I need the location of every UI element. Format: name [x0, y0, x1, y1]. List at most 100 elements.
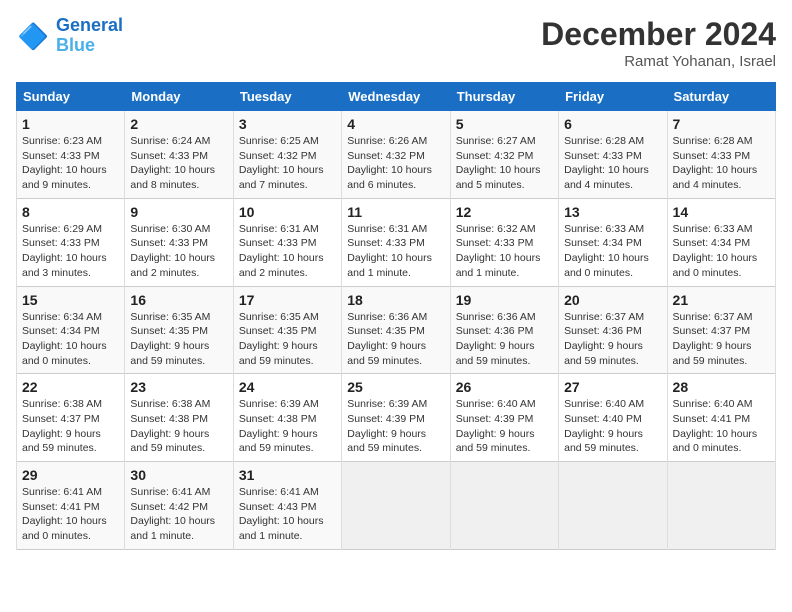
day-info: Sunrise: 6:24 AM Sunset: 4:33 PM Dayligh… — [130, 134, 227, 193]
day-number: 18 — [347, 292, 444, 308]
col-sunday: Sunday — [17, 83, 125, 111]
day-info: Sunrise: 6:35 AM Sunset: 4:35 PM Dayligh… — [239, 310, 336, 369]
calendar-cell: 15 Sunrise: 6:34 AM Sunset: 4:34 PM Dayl… — [17, 286, 125, 374]
calendar-cell: 30 Sunrise: 6:41 AM Sunset: 4:42 PM Dayl… — [125, 462, 233, 550]
calendar-cell: 18 Sunrise: 6:36 AM Sunset: 4:35 PM Dayl… — [342, 286, 450, 374]
calendar-cell: 11 Sunrise: 6:31 AM Sunset: 4:33 PM Dayl… — [342, 198, 450, 286]
day-info: Sunrise: 6:23 AM Sunset: 4:33 PM Dayligh… — [22, 134, 119, 193]
calendar-header-row: Sunday Monday Tuesday Wednesday Thursday… — [17, 83, 776, 111]
day-info: Sunrise: 6:36 AM Sunset: 4:35 PM Dayligh… — [347, 310, 444, 369]
calendar-cell: 5 Sunrise: 6:27 AM Sunset: 4:32 PM Dayli… — [450, 111, 558, 199]
day-number: 15 — [22, 292, 119, 308]
calendar-cell: 8 Sunrise: 6:29 AM Sunset: 4:33 PM Dayli… — [17, 198, 125, 286]
day-number: 26 — [456, 379, 553, 395]
day-info: Sunrise: 6:40 AM Sunset: 4:41 PM Dayligh… — [673, 397, 770, 456]
day-number: 28 — [673, 379, 770, 395]
day-number: 12 — [456, 204, 553, 220]
day-info: Sunrise: 6:26 AM Sunset: 4:32 PM Dayligh… — [347, 134, 444, 193]
calendar-cell: 23 Sunrise: 6:38 AM Sunset: 4:38 PM Dayl… — [125, 374, 233, 462]
calendar-cell: 16 Sunrise: 6:35 AM Sunset: 4:35 PM Dayl… — [125, 286, 233, 374]
logo: 🔷 General Blue — [16, 16, 123, 56]
calendar-week-row: 1 Sunrise: 6:23 AM Sunset: 4:33 PM Dayli… — [17, 111, 776, 199]
day-info: Sunrise: 6:36 AM Sunset: 4:36 PM Dayligh… — [456, 310, 553, 369]
day-info: Sunrise: 6:41 AM Sunset: 4:43 PM Dayligh… — [239, 485, 336, 544]
day-number: 30 — [130, 467, 227, 483]
calendar-cell: 7 Sunrise: 6:28 AM Sunset: 4:33 PM Dayli… — [667, 111, 775, 199]
day-info: Sunrise: 6:33 AM Sunset: 4:34 PM Dayligh… — [564, 222, 661, 281]
month-title: December 2024 — [541, 16, 776, 53]
calendar-cell: 27 Sunrise: 6:40 AM Sunset: 4:40 PM Dayl… — [559, 374, 667, 462]
day-info: Sunrise: 6:30 AM Sunset: 4:33 PM Dayligh… — [130, 222, 227, 281]
day-info: Sunrise: 6:37 AM Sunset: 4:37 PM Dayligh… — [673, 310, 770, 369]
calendar-cell: 14 Sunrise: 6:33 AM Sunset: 4:34 PM Dayl… — [667, 198, 775, 286]
day-info: Sunrise: 6:32 AM Sunset: 4:33 PM Dayligh… — [456, 222, 553, 281]
day-number: 6 — [564, 116, 661, 132]
calendar-week-row: 8 Sunrise: 6:29 AM Sunset: 4:33 PM Dayli… — [17, 198, 776, 286]
day-number: 7 — [673, 116, 770, 132]
col-thursday: Thursday — [450, 83, 558, 111]
day-info: Sunrise: 6:27 AM Sunset: 4:32 PM Dayligh… — [456, 134, 553, 193]
calendar-cell: 9 Sunrise: 6:30 AM Sunset: 4:33 PM Dayli… — [125, 198, 233, 286]
page-header: 🔷 General Blue December 2024 Ramat Yohan… — [16, 16, 776, 70]
day-info: Sunrise: 6:25 AM Sunset: 4:32 PM Dayligh… — [239, 134, 336, 193]
calendar-cell — [559, 462, 667, 550]
calendar-cell: 19 Sunrise: 6:36 AM Sunset: 4:36 PM Dayl… — [450, 286, 558, 374]
day-info: Sunrise: 6:37 AM Sunset: 4:36 PM Dayligh… — [564, 310, 661, 369]
calendar-cell: 13 Sunrise: 6:33 AM Sunset: 4:34 PM Dayl… — [559, 198, 667, 286]
day-number: 24 — [239, 379, 336, 395]
calendar-cell: 12 Sunrise: 6:32 AM Sunset: 4:33 PM Dayl… — [450, 198, 558, 286]
col-friday: Friday — [559, 83, 667, 111]
day-number: 16 — [130, 292, 227, 308]
calendar-cell — [667, 462, 775, 550]
calendar-cell — [450, 462, 558, 550]
day-number: 13 — [564, 204, 661, 220]
calendar-week-row: 22 Sunrise: 6:38 AM Sunset: 4:37 PM Dayl… — [17, 374, 776, 462]
calendar-cell — [342, 462, 450, 550]
day-number: 11 — [347, 204, 444, 220]
day-number: 1 — [22, 116, 119, 132]
calendar-cell: 28 Sunrise: 6:40 AM Sunset: 4:41 PM Dayl… — [667, 374, 775, 462]
day-number: 8 — [22, 204, 119, 220]
calendar-cell: 31 Sunrise: 6:41 AM Sunset: 4:43 PM Dayl… — [233, 462, 341, 550]
day-info: Sunrise: 6:35 AM Sunset: 4:35 PM Dayligh… — [130, 310, 227, 369]
day-info: Sunrise: 6:41 AM Sunset: 4:42 PM Dayligh… — [130, 485, 227, 544]
calendar-week-row: 29 Sunrise: 6:41 AM Sunset: 4:41 PM Dayl… — [17, 462, 776, 550]
calendar-cell: 20 Sunrise: 6:37 AM Sunset: 4:36 PM Dayl… — [559, 286, 667, 374]
calendar-cell: 25 Sunrise: 6:39 AM Sunset: 4:39 PM Dayl… — [342, 374, 450, 462]
day-info: Sunrise: 6:41 AM Sunset: 4:41 PM Dayligh… — [22, 485, 119, 544]
day-number: 9 — [130, 204, 227, 220]
calendar-cell: 4 Sunrise: 6:26 AM Sunset: 4:32 PM Dayli… — [342, 111, 450, 199]
logo-text: General Blue — [56, 16, 123, 56]
day-info: Sunrise: 6:38 AM Sunset: 4:37 PM Dayligh… — [22, 397, 119, 456]
calendar-cell: 6 Sunrise: 6:28 AM Sunset: 4:33 PM Dayli… — [559, 111, 667, 199]
day-info: Sunrise: 6:33 AM Sunset: 4:34 PM Dayligh… — [673, 222, 770, 281]
day-info: Sunrise: 6:31 AM Sunset: 4:33 PM Dayligh… — [239, 222, 336, 281]
day-info: Sunrise: 6:40 AM Sunset: 4:39 PM Dayligh… — [456, 397, 553, 456]
day-number: 5 — [456, 116, 553, 132]
day-number: 10 — [239, 204, 336, 220]
day-info: Sunrise: 6:38 AM Sunset: 4:38 PM Dayligh… — [130, 397, 227, 456]
day-info: Sunrise: 6:34 AM Sunset: 4:34 PM Dayligh… — [22, 310, 119, 369]
day-number: 19 — [456, 292, 553, 308]
svg-text:🔷: 🔷 — [18, 22, 49, 51]
day-info: Sunrise: 6:29 AM Sunset: 4:33 PM Dayligh… — [22, 222, 119, 281]
title-block: December 2024 Ramat Yohanan, Israel — [541, 16, 776, 70]
day-number: 17 — [239, 292, 336, 308]
calendar-cell: 2 Sunrise: 6:24 AM Sunset: 4:33 PM Dayli… — [125, 111, 233, 199]
calendar-cell: 1 Sunrise: 6:23 AM Sunset: 4:33 PM Dayli… — [17, 111, 125, 199]
col-wednesday: Wednesday — [342, 83, 450, 111]
calendar-cell: 3 Sunrise: 6:25 AM Sunset: 4:32 PM Dayli… — [233, 111, 341, 199]
calendar-table: Sunday Monday Tuesday Wednesday Thursday… — [16, 82, 776, 550]
day-number: 3 — [239, 116, 336, 132]
calendar-cell: 29 Sunrise: 6:41 AM Sunset: 4:41 PM Dayl… — [17, 462, 125, 550]
day-info: Sunrise: 6:28 AM Sunset: 4:33 PM Dayligh… — [564, 134, 661, 193]
calendar-cell: 24 Sunrise: 6:39 AM Sunset: 4:38 PM Dayl… — [233, 374, 341, 462]
calendar-cell: 26 Sunrise: 6:40 AM Sunset: 4:39 PM Dayl… — [450, 374, 558, 462]
day-info: Sunrise: 6:31 AM Sunset: 4:33 PM Dayligh… — [347, 222, 444, 281]
day-number: 29 — [22, 467, 119, 483]
day-number: 23 — [130, 379, 227, 395]
day-number: 20 — [564, 292, 661, 308]
day-number: 21 — [673, 292, 770, 308]
day-info: Sunrise: 6:39 AM Sunset: 4:39 PM Dayligh… — [347, 397, 444, 456]
day-info: Sunrise: 6:39 AM Sunset: 4:38 PM Dayligh… — [239, 397, 336, 456]
